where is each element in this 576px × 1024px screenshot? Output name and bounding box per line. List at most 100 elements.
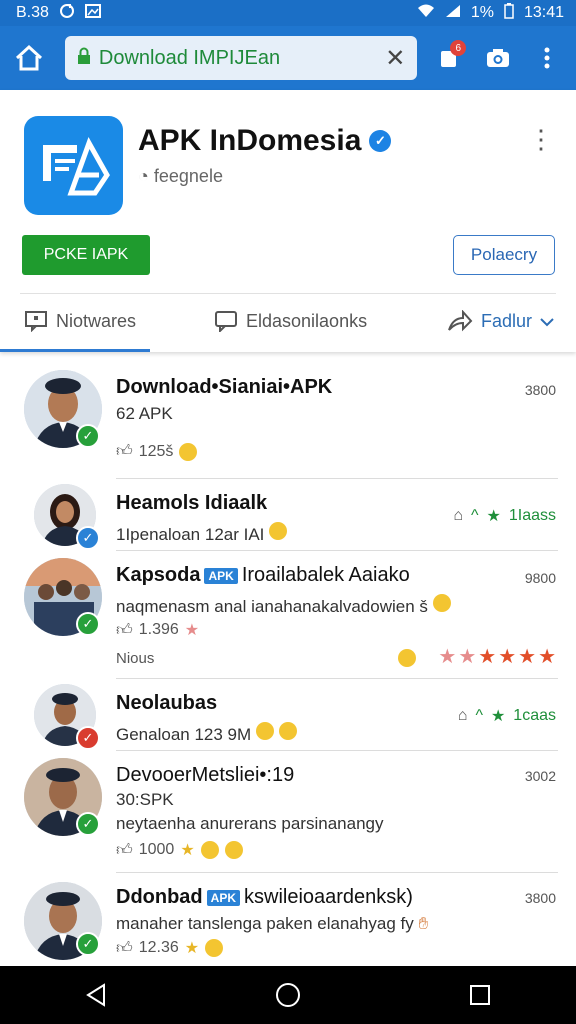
emoji-icon <box>398 648 417 667</box>
item-name: Neolaubas <box>116 692 218 714</box>
apk-tag: APK <box>206 889 240 906</box>
item-name-rest: kswileioaardenksk) <box>244 886 413 908</box>
like-count: 1000 <box>138 841 175 858</box>
image-icon <box>84 3 101 23</box>
tab-niotwares[interactable]: Niotwares <box>24 310 136 332</box>
item-meta: 👍︎ 1000 ★ <box>116 840 243 860</box>
apk-tag: APK <box>204 567 238 584</box>
comment-square-icon <box>25 311 47 332</box>
tab-fadlur[interactable]: Fadlur <box>447 310 554 332</box>
like-count: 12.36 <box>138 939 179 956</box>
item-line: 1Ipenaloan 12ar IAI <box>116 522 288 545</box>
thumbs-up-icon[interactable]: 👍︎ <box>116 939 133 958</box>
camera-icon[interactable] <box>478 38 517 78</box>
home-icon[interactable]: ⌂ <box>458 707 468 725</box>
address-bar[interactable]: Download IMPIJEan ✕ <box>64 36 418 80</box>
verified-check-icon: ✓ <box>76 726 100 750</box>
item-number: 3800 <box>524 890 556 906</box>
secondary-button[interactable]: Polaecry <box>453 235 555 275</box>
clear-url-icon[interactable]: ✕ <box>385 44 405 73</box>
item-line: manaher tanslenga paken elanahyag fy ✋︎ <box>116 914 428 934</box>
item-rating: ⌂ ^ ★ 1caas <box>458 706 556 726</box>
star-icon: ★ <box>438 646 459 668</box>
item-name: DevooerMetsliei•:19 <box>116 764 295 786</box>
primary-download-button[interactable]: PCKE IAPK <box>22 235 150 275</box>
thumbs-up-icon[interactable]: 👍︎ <box>116 841 133 860</box>
recents-icon[interactable] <box>450 966 510 1024</box>
item-name: Heamols Idiaalk <box>116 492 268 514</box>
tab-label: Eldasonilaonks <box>246 310 368 331</box>
item-line: Genaloan 123 9M <box>116 722 297 745</box>
item-line-text: naqmenasm anal ianahanakalvadowien š <box>116 597 428 616</box>
item-meta: 👍︎ 125š <box>116 442 198 461</box>
item-meta: 👍︎ 1.396 ★ <box>116 620 199 640</box>
emoji-icon <box>255 722 274 740</box>
verified-icon: ✓ <box>369 130 392 152</box>
item-name-rest: Iroailabalek Aaiako <box>241 564 410 586</box>
star-icon: ★ <box>538 646 558 668</box>
star-icon: ★ <box>180 842 195 859</box>
divider <box>116 750 558 751</box>
tabs-button[interactable]: 6 <box>429 38 468 78</box>
verified-check-icon: ✓ <box>76 812 100 836</box>
thumbs-up-icon[interactable]: 👍︎ <box>116 442 133 461</box>
overflow-menu-icon[interactable] <box>527 38 566 78</box>
app-title-text: APK InDomesia <box>138 124 362 157</box>
divider <box>116 478 558 479</box>
active-tab-indicator <box>0 349 150 352</box>
home-icon[interactable]: ⌂ <box>453 507 463 525</box>
app-logo <box>24 116 123 215</box>
star-icon: ★ <box>478 646 499 668</box>
verified-check-icon: ✓ <box>76 526 100 550</box>
system-nav-bar <box>0 966 576 1024</box>
status-time-right: 13:41 <box>523 4 564 21</box>
thumbs-up-icon[interactable]: 👍︎ <box>116 621 133 640</box>
share-icon <box>448 310 473 332</box>
card-menu-icon[interactable]: ⋮ <box>528 126 554 152</box>
like-count: 1.396 <box>138 621 179 638</box>
tab-label: Niotwares <box>56 310 137 331</box>
verified-check-icon: ✓ <box>76 424 100 448</box>
item-name-text: Ddonbad <box>116 886 203 908</box>
emoji-icon <box>432 594 451 612</box>
item-meta: 👍︎ 12.36 ★ <box>116 938 224 958</box>
status-time-left: B.38 <box>16 4 49 21</box>
item-name: Ddonbad APK kswileioaardenksk) <box>116 886 413 909</box>
star-rating[interactable]: ★★★★★★ <box>398 644 558 669</box>
app-title: APK InDomesia ✓ <box>138 124 392 158</box>
tab-eldasonilaonks[interactable]: Eldasonilaonks <box>214 310 367 332</box>
app-header-card: APK InDomesia ✓ ◔ feegnele ⋮ PCKE IAPK P… <box>0 90 576 352</box>
item-line-text: manaher tanslenga paken elanahyag fy <box>116 914 414 933</box>
caret-up-icon: ^ <box>471 507 479 524</box>
divider <box>20 293 556 294</box>
item-line: 62 APK <box>116 404 173 423</box>
home-nav-icon[interactable] <box>258 966 318 1024</box>
wifi-icon <box>417 4 435 23</box>
item-line: neytaenha anurerans parsinanangy <box>116 814 384 833</box>
divider <box>116 550 558 551</box>
divider <box>116 872 558 873</box>
item-name-text: Kapsoda <box>116 564 201 586</box>
tab-count-badge: 6 <box>450 40 467 56</box>
hand-icon: ✋︎ <box>418 914 429 933</box>
star-icon: ★ <box>486 508 501 525</box>
star-icon: ★ <box>184 940 200 957</box>
emoji-icon <box>278 722 297 740</box>
back-icon[interactable] <box>66 966 126 1024</box>
divider <box>116 678 558 679</box>
item-number: 3002 <box>524 768 556 784</box>
like-count: 125š <box>138 442 174 460</box>
rating-text: 1caas <box>513 707 556 724</box>
tab-label: Fadlur <box>480 310 532 331</box>
emoji-icon <box>224 841 243 859</box>
item-number: 3800 <box>524 382 556 398</box>
lock-icon <box>77 47 91 70</box>
home-icon[interactable] <box>10 38 49 78</box>
emoji-icon <box>205 939 224 957</box>
item-line-text: 1Ipenaloan 12ar IAI <box>116 525 265 544</box>
rating-text: 1Iaass <box>508 507 556 524</box>
item-footer: Nious <box>116 650 155 667</box>
app-subtitle-text: feegnele <box>153 166 223 186</box>
status-bar: B.38 1% 13:41 <box>0 0 576 26</box>
emoji-icon <box>200 841 219 859</box>
